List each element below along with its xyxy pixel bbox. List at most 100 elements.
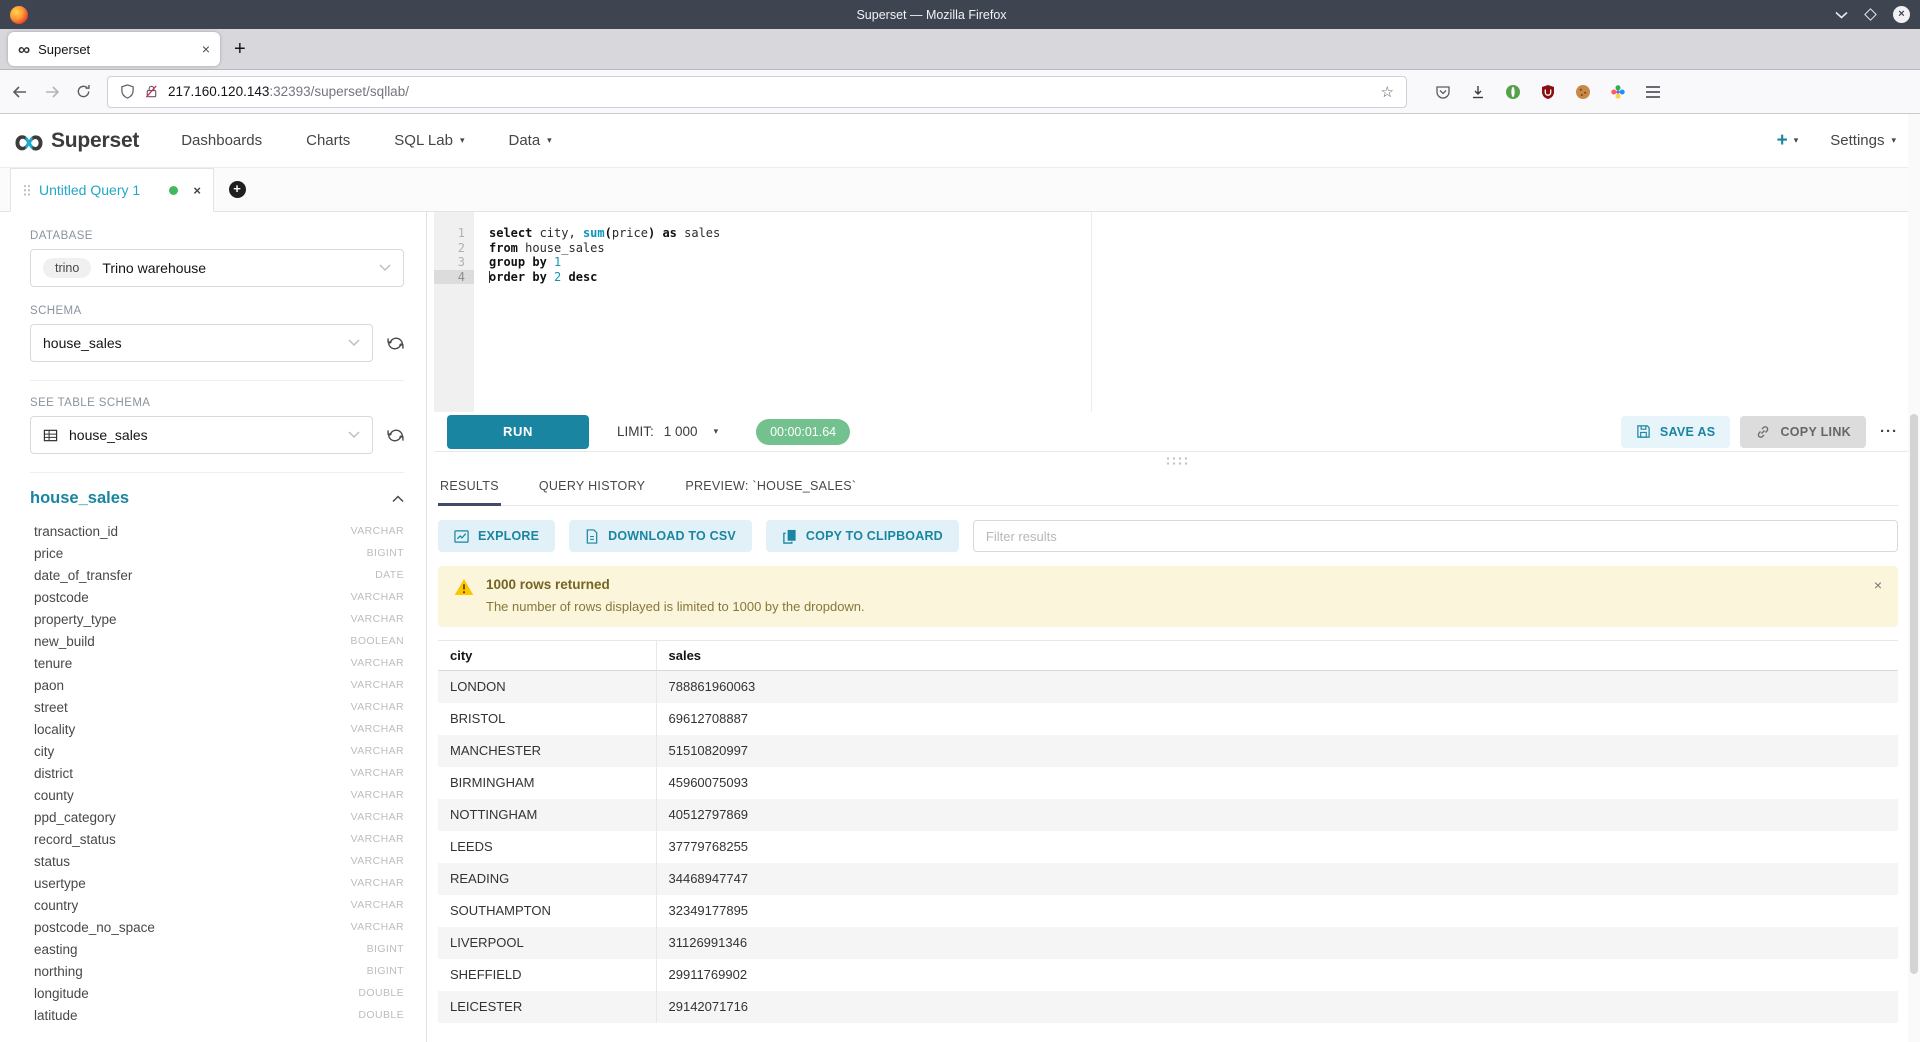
column-item[interactable]: new_buildBOOLEAN — [30, 630, 404, 652]
panel-resizer[interactable] — [434, 452, 1920, 468]
chevron-down-icon: ▾ — [1794, 135, 1799, 146]
column-item[interactable]: statusVARCHAR — [30, 850, 404, 872]
copy-link-label: COPY LINK — [1780, 425, 1851, 439]
copy-link-button[interactable]: COPY LINK — [1740, 416, 1866, 448]
database-select[interactable]: trino Trino warehouse — [30, 249, 404, 287]
reload-icon[interactable] — [76, 84, 91, 99]
sql-code-line: from house_sales — [489, 241, 1920, 256]
table-icon — [43, 428, 58, 443]
more-options-icon[interactable]: ··· — [1880, 423, 1898, 440]
column-item[interactable]: cityVARCHAR — [30, 740, 404, 762]
window-close-icon[interactable]: × — [1893, 6, 1910, 23]
back-icon[interactable] — [12, 85, 28, 99]
menu-icon[interactable] — [1645, 85, 1661, 99]
results-panel: RESULTS QUERY HISTORY PREVIEW: `HOUSE_SALE… — [434, 468, 1920, 1042]
column-item[interactable]: property_typeVARCHAR — [30, 608, 404, 630]
column-item[interactable]: postcodeVARCHAR — [30, 586, 404, 608]
column-item[interactable]: ppd_categoryVARCHAR — [30, 806, 404, 828]
browser-titlebar: Superset — Mozilla Firefox × — [0, 0, 1920, 29]
scrollbar-thumb[interactable] — [1910, 414, 1918, 974]
filter-results-input[interactable] — [973, 520, 1898, 552]
nav-item-dashboards[interactable]: Dashboards — [181, 132, 262, 149]
shield-icon[interactable] — [120, 84, 135, 99]
pocket-icon[interactable] — [1435, 84, 1451, 100]
window-minimize-icon[interactable] — [1835, 11, 1848, 19]
table-name-heading[interactable]: house_sales — [30, 489, 129, 508]
url-bar[interactable]: 217.160.120.143:32393/superset/sqllab/ ☆ — [107, 76, 1407, 108]
column-item[interactable]: record_statusVARCHAR — [30, 828, 404, 850]
table-select[interactable]: house_sales — [30, 416, 373, 454]
results-column-header[interactable]: sales — [656, 641, 1898, 671]
superset-navbar: ∞ Superset DashboardsChartsSQL Lab▾Data▾… — [0, 114, 1920, 168]
download-icon[interactable] — [1470, 84, 1486, 100]
results-tab-preview[interactable]: PREVIEW: `HOUSE_SALES` — [683, 468, 858, 505]
explore-button[interactable]: EXPLORE — [438, 520, 555, 552]
bookmark-star-icon[interactable]: ☆ — [1381, 83, 1394, 101]
tab-close-icon[interactable]: × — [202, 41, 210, 57]
column-item[interactable]: priceBIGINT — [30, 542, 404, 564]
forward-icon[interactable] — [44, 85, 60, 99]
settings-menu[interactable]: Settings ▾ — [1830, 132, 1896, 149]
extension-icon[interactable] — [1610, 84, 1626, 100]
schema-select[interactable]: house_sales — [30, 324, 373, 362]
page-scrollbar[interactable] — [1908, 114, 1920, 1042]
nav-item-charts[interactable]: Charts — [306, 132, 350, 149]
nav-item-data[interactable]: Data▾ — [508, 132, 551, 149]
cookie-icon[interactable] — [1575, 84, 1591, 100]
table-cell: 32349177895 — [656, 895, 1898, 927]
column-item[interactable]: localityVARCHAR — [30, 718, 404, 740]
results-column-header[interactable]: city — [438, 641, 656, 671]
new-item-menu[interactable]: + ▾ — [1777, 131, 1799, 150]
download-to-csv-button[interactable]: DOWNLOAD TO CSV — [569, 520, 752, 552]
run-button[interactable]: RUN — [447, 415, 589, 449]
column-item[interactable]: date_of_transferDATE — [30, 564, 404, 586]
column-item[interactable]: paonVARCHAR — [30, 674, 404, 696]
column-item[interactable]: usertype VARCHAR — [30, 872, 404, 894]
superset-logo[interactable]: ∞ Superset — [14, 124, 139, 158]
lock-insecure-icon[interactable] — [144, 84, 159, 99]
url-text[interactable]: 217.160.120.143:32393/superset/sqllab/ — [168, 84, 409, 99]
column-item[interactable]: longitudeDOUBLE — [30, 982, 404, 1004]
column-item[interactable]: tenureVARCHAR — [30, 652, 404, 674]
query-tab-active[interactable]: Untitled Query 1 × — [10, 168, 214, 212]
column-item[interactable]: transaction_idVARCHAR — [30, 520, 404, 542]
column-type: VARCHAR — [351, 877, 404, 889]
column-item[interactable]: eastingBIGINT — [30, 938, 404, 960]
results-tab-results[interactable]: RESULTS — [438, 468, 501, 505]
nav-item-label: Data — [508, 132, 540, 149]
refresh-table-icon[interactable] — [387, 427, 404, 444]
column-item[interactable]: countyVARCHAR — [30, 784, 404, 806]
button-label: EXPLORE — [478, 529, 539, 543]
table-row: BRISTOL69612708887 — [438, 703, 1898, 735]
column-item[interactable]: countryVARCHAR — [30, 894, 404, 916]
infinity-logo-icon: ∞ — [14, 124, 44, 158]
query-tab-close-icon[interactable]: × — [193, 183, 201, 198]
refresh-schema-icon[interactable] — [387, 335, 404, 352]
drag-handle-icon[interactable] — [23, 184, 30, 196]
limit-dropdown[interactable]: LIMIT: 1 000 ▾ — [617, 424, 718, 439]
column-item[interactable]: postcode_no_spaceVARCHAR — [30, 916, 404, 938]
column-name: usertype — [34, 876, 86, 891]
new-tab-button[interactable]: + — [234, 38, 246, 61]
window-maximize-icon[interactable] — [1866, 10, 1875, 19]
nav-item-sql-lab[interactable]: SQL Lab▾ — [394, 132, 464, 149]
nav-item-label: Dashboards — [181, 132, 262, 149]
browser-tab[interactable]: ∞ Superset × — [8, 32, 220, 66]
sql-editor[interactable]: 1234 select city, sum(price) as salesfro… — [434, 212, 1920, 412]
results-tab-query-history[interactable]: QUERY HISTORY — [537, 468, 647, 505]
add-query-tab-button[interactable]: + — [214, 168, 260, 211]
browser-extension-icons — [1435, 84, 1661, 100]
collapse-table-icon[interactable] — [392, 495, 404, 503]
editor-code[interactable]: select city, sum(price) as salesfrom hou… — [474, 212, 1920, 412]
ublock-icon[interactable] — [1540, 84, 1556, 100]
warning-icon — [454, 577, 474, 614]
save-as-button[interactable]: SAVE AS — [1621, 416, 1731, 448]
privacy-badger-icon[interactable] — [1505, 84, 1521, 100]
column-item[interactable]: latitudeDOUBLE — [30, 1004, 404, 1026]
column-item[interactable]: northingBIGINT — [30, 960, 404, 982]
column-item[interactable]: streetVARCHAR — [30, 696, 404, 718]
copy-to-clipboard-button[interactable]: COPY TO CLIPBOARD — [766, 520, 959, 552]
column-item[interactable]: districtVARCHAR — [30, 762, 404, 784]
alert-close-icon[interactable]: × — [1874, 577, 1882, 593]
save-as-label: SAVE AS — [1660, 425, 1716, 439]
